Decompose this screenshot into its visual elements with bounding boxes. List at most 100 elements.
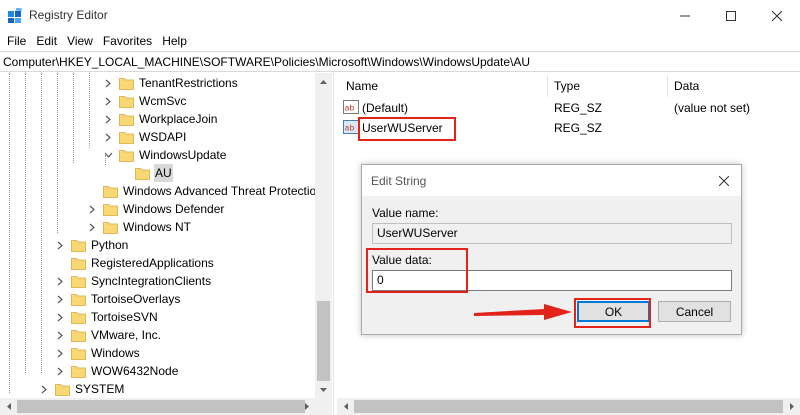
chevron-right-icon[interactable]	[38, 383, 50, 395]
menu-edit[interactable]: Edit	[31, 31, 62, 51]
chevron-right-icon[interactable]	[54, 329, 66, 341]
tree-item[interactable]: WSDAPI	[102, 128, 187, 146]
tree-item-label: SYSTEM	[75, 382, 125, 396]
scroll-right-button[interactable]	[298, 398, 315, 415]
chevron-right-icon[interactable]	[86, 221, 98, 233]
folder-icon	[135, 167, 150, 180]
column-header-name[interactable]: Name	[346, 79, 378, 93]
scroll-up-button[interactable]	[315, 73, 332, 90]
value-type: REG_SZ	[554, 121, 603, 135]
menu-view[interactable]: View	[62, 31, 98, 51]
tree-item[interactable]: Windows	[54, 344, 141, 362]
chevron-right-icon[interactable]	[54, 239, 66, 251]
column-header-type[interactable]: Type	[554, 79, 580, 93]
tree-item[interactable]: Python	[54, 236, 129, 254]
tree-item[interactable]: Windows Defender	[86, 200, 225, 218]
chevron-right-icon[interactable]	[102, 113, 114, 125]
close-icon	[772, 10, 782, 21]
string-value-icon: ab	[343, 100, 359, 114]
scroll-right-button[interactable]	[783, 398, 800, 415]
column-header-data[interactable]: Data	[674, 79, 699, 93]
list-horizontal-scrollbar[interactable]	[337, 398, 800, 415]
dialog-title: Edit String	[371, 174, 427, 188]
tree-guide-line	[25, 73, 26, 373]
annotation-highlight-value-name	[358, 117, 456, 141]
menu-bar: File Edit View Favorites Help	[0, 31, 800, 51]
maximize-icon	[726, 10, 736, 21]
chevron-right-icon[interactable]	[54, 347, 66, 359]
vertical-scroll-thumb[interactable]	[317, 301, 330, 381]
annotation-highlight-ok-button	[574, 298, 651, 328]
value-name-label: Value name:	[372, 206, 439, 220]
tree-item-label: TortoiseOverlays	[91, 292, 181, 306]
tree-item[interactable]: AU	[118, 164, 173, 182]
tree-item[interactable]: Windows NT	[86, 218, 192, 236]
tree-item-label: RegisteredApplications	[91, 256, 214, 270]
tree-horizontal-scrollbar[interactable]	[0, 398, 315, 415]
tree-item[interactable]: TenantRestrictions	[102, 74, 239, 92]
maximize-button[interactable]	[708, 0, 754, 31]
tree-guide-line	[89, 73, 90, 148]
tree-vertical-scrollbar[interactable]	[315, 73, 332, 398]
dialog-close-button[interactable]	[712, 169, 736, 193]
column-divider[interactable]	[667, 75, 668, 97]
tree-guide-line	[41, 73, 42, 373]
scroll-left-button[interactable]	[0, 398, 17, 415]
column-divider[interactable]	[547, 75, 548, 97]
folder-icon	[119, 95, 134, 108]
tree-item[interactable]: WOW6432Node	[54, 362, 179, 380]
folder-icon	[71, 239, 86, 252]
tree-item[interactable]: RegisteredApplications	[54, 254, 215, 272]
tree-item[interactable]: SYSTEM	[38, 380, 125, 398]
close-button[interactable]	[754, 0, 800, 31]
folder-icon	[103, 185, 118, 198]
tree-item-label: Windows Defender	[123, 202, 225, 216]
scroll-down-button[interactable]	[315, 381, 332, 398]
chevron-right-icon[interactable]	[54, 275, 66, 287]
scroll-left-icon	[6, 403, 11, 410]
minimize-button[interactable]	[662, 0, 708, 31]
tree-item-label: TenantRestrictions	[139, 76, 238, 90]
horizontal-scroll-thumb[interactable]	[17, 400, 305, 413]
list-header: Name Type Data	[337, 73, 800, 99]
tree-item[interactable]: TortoiseSVN	[54, 308, 159, 326]
address-bar[interactable]: Computer\HKEY_LOCAL_MACHINE\SOFTWARE\Pol…	[0, 51, 800, 72]
folder-icon	[71, 257, 86, 270]
tree-guide-line	[9, 73, 10, 393]
tree-item[interactable]: WorkplaceJoin	[102, 110, 218, 128]
chevron-right-icon[interactable]	[54, 311, 66, 323]
tree-item[interactable]: TortoiseOverlays	[54, 290, 181, 308]
tree-guide-line	[57, 73, 58, 233]
chevron-right-icon[interactable]	[86, 203, 98, 215]
menu-help[interactable]: Help	[157, 31, 192, 51]
address-path[interactable]: Computer\HKEY_LOCAL_MACHINE\SOFTWARE\Pol…	[3, 55, 530, 69]
chevron-right-icon[interactable]	[102, 131, 114, 143]
menu-favorites[interactable]: Favorites	[98, 31, 157, 51]
scroll-left-button[interactable]	[337, 398, 354, 415]
chevron-down-icon[interactable]	[102, 149, 114, 161]
tree-item[interactable]: WindowsUpdate	[102, 146, 227, 164]
cancel-button[interactable]: Cancel	[658, 301, 731, 322]
horizontal-scroll-thumb[interactable]	[354, 400, 783, 413]
tree-item-label: Windows NT	[123, 220, 192, 234]
value-name-field[interactable]: UserWUServer	[372, 223, 732, 244]
scroll-left-icon	[343, 403, 348, 410]
chevron-right-icon[interactable]	[102, 77, 114, 89]
tree-item-label: TortoiseSVN	[91, 310, 158, 324]
tree-item[interactable]: SyncIntegrationClients	[54, 272, 212, 290]
tree-item[interactable]: Windows Advanced Threat Protection	[86, 182, 324, 200]
tree-item-label: Windows Advanced Threat Protection	[123, 184, 323, 198]
chevron-right-icon[interactable]	[102, 95, 114, 107]
chevron-right-icon[interactable]	[54, 293, 66, 305]
string-value-icon: ab	[343, 120, 359, 134]
tree-item[interactable]: VMware, Inc.	[54, 326, 162, 344]
key-tree-pane[interactable]: TenantRestrictions WcmSvc WorkplaceJoin WSD…	[0, 73, 333, 415]
folder-icon	[71, 293, 86, 306]
chevron-right-icon[interactable]	[54, 365, 66, 377]
tree-item-label: AU	[154, 164, 173, 182]
tree-item[interactable]: WcmSvc	[102, 92, 187, 110]
table-row[interactable]: ab (Default) REG_SZ (value not set)	[337, 98, 800, 117]
value-data: (value not set)	[674, 101, 751, 115]
value-type: REG_SZ	[554, 101, 603, 115]
menu-file[interactable]: File	[2, 31, 31, 51]
